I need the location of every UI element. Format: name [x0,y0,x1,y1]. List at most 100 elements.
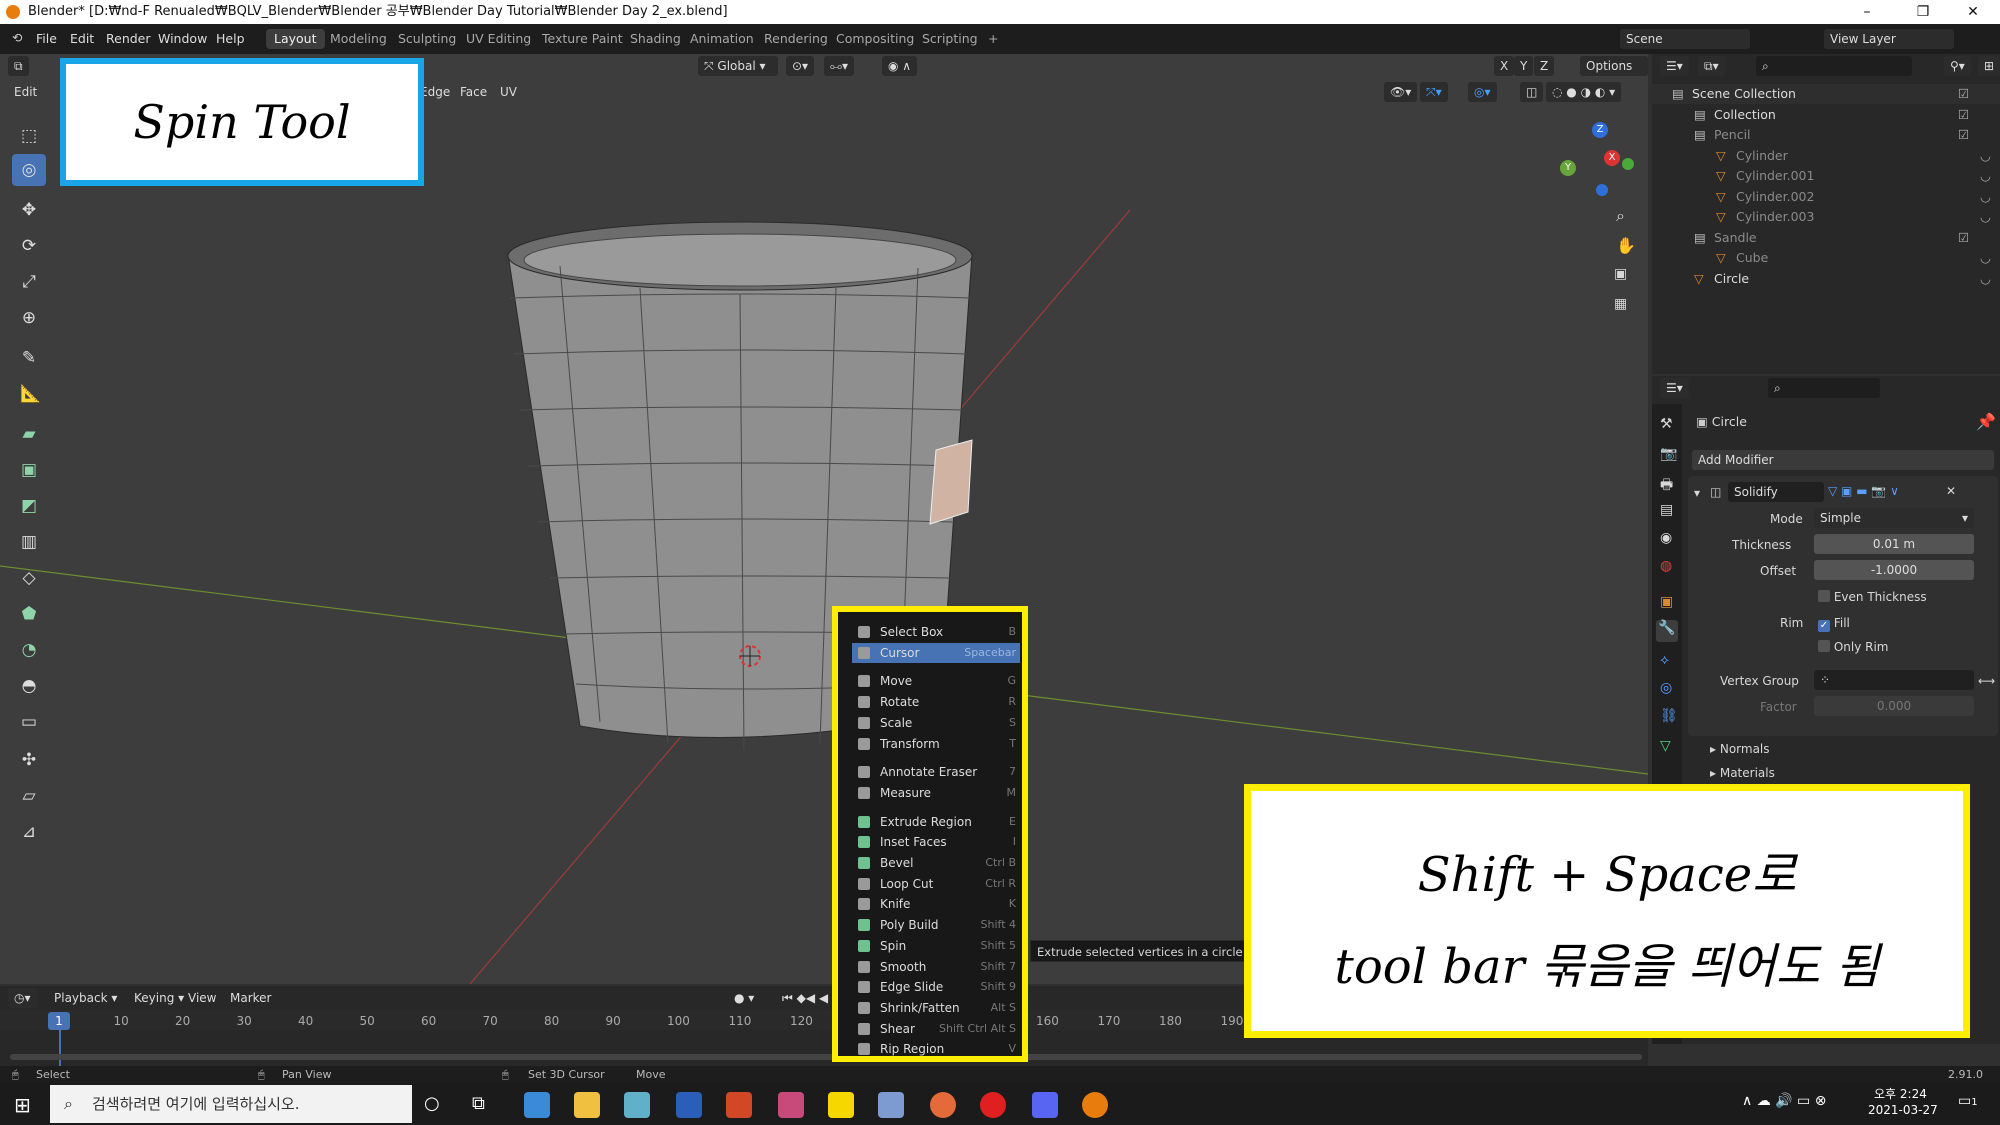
tool-poly-build[interactable]: ⬟ [12,598,46,630]
pivot-dropdown[interactable]: ⊙▾ [786,56,815,76]
blender-menu-icon[interactable]: ⟲ [12,30,22,45]
checkbox-icon[interactable]: ☑ [1958,105,1969,125]
task-view-icon[interactable]: ⧉ [472,1093,485,1114]
app-icon-1[interactable] [524,1092,550,1118]
new-collection-icon[interactable]: ⊞ [1978,56,2000,76]
options-dropdown[interactable]: Options ▾ [1580,56,1648,93]
tool-menu-item[interactable]: Smooth Shift 7 [852,957,1020,977]
tab-layout[interactable]: Layout [266,29,325,49]
taskbar-search[interactable]: ⌕ 검색하려면 여기에 입력하십시오. [50,1085,412,1123]
uv-menu-button[interactable]: UV [494,82,523,102]
pin-icon[interactable]: 📌 [1976,412,1996,431]
tab-texture-paint[interactable]: Texture Paint [534,29,631,49]
menu-edit[interactable]: Edit [70,31,94,46]
tool-extrude[interactable]: ▰ [12,418,46,450]
normals-section[interactable]: ▸ Normals [1710,742,1770,756]
checkbox-icon[interactable]: ☑ [1958,228,1969,248]
ortho-grid-icon[interactable]: ▦ [1614,296,1627,312]
timeline-scrollbar[interactable] [10,1054,1642,1060]
face-select-button[interactable]: Face [454,82,493,102]
tool-move[interactable]: ✥ [12,194,46,226]
tool-menu-item[interactable]: Rip Region V [852,1039,1020,1059]
tool-menu-item[interactable]: Transform T [852,734,1020,754]
output-tab-icon[interactable]: 🖶 [1660,474,1673,498]
menu-window[interactable]: Window [158,31,207,46]
blender-taskbar-icon[interactable] [1082,1092,1108,1118]
mirror-y-button[interactable]: Y [1514,56,1534,76]
windows-start-icon[interactable]: ⊞ [14,1093,31,1117]
paint-icon[interactable] [878,1092,904,1118]
mirror-z-button[interactable]: Z [1534,56,1555,76]
tool-menu-item[interactable]: Edge Slide Shift 9 [852,977,1020,997]
visibility-icon[interactable]: ◡ [1980,207,1991,227]
tool-select-box[interactable]: ⬚ [12,120,46,152]
outliner-row[interactable]: ▽ Cylinder ◡ [1652,146,2000,166]
tray-icons[interactable]: ∧ ☁ 🔊 ▭ ⊗ [1742,1093,1826,1109]
visibility-icon[interactable]: ◡ [1980,269,1991,289]
tool-menu-item[interactable]: Knife K [852,894,1020,914]
cortana-icon[interactable]: ○ [424,1093,440,1114]
overlay-toggle[interactable]: ◎▾ [1468,82,1497,102]
file-explorer-icon[interactable] [574,1092,600,1118]
tool-cursor[interactable]: ◎ [12,154,46,186]
tool-menu-item[interactable]: Extrude Region E [852,812,1020,832]
vertex-group-field[interactable]: ⁘ [1814,670,1974,690]
fill-checkbox[interactable]: ✓ Fill [1818,616,1850,632]
outliner-row[interactable]: ▽ Cube ◡ [1652,248,2000,268]
orientation-dropdown[interactable]: ⤧ Global ▾ [698,56,778,76]
visibility-icon[interactable]: ◡ [1980,187,1991,207]
tool-menu-item[interactable]: Measure M [852,783,1020,803]
tab-rendering[interactable]: Rendering [756,29,836,49]
tool-spin[interactable]: ◔ [12,634,46,666]
gizmo-x[interactable]: X [1604,150,1620,166]
tool-menu-item[interactable]: Rotate R [852,692,1020,712]
proportional-toggle[interactable]: ◉ ∧ [882,56,918,76]
tool-bevel[interactable]: ◩ [12,490,46,522]
invert-vertex-group-button[interactable]: ⟷ [1978,674,1995,688]
maximize-button[interactable]: ❐ [1900,0,1946,24]
tool-menu-item[interactable]: Cursor Spacebar [852,642,1020,663]
remove-modifier-button[interactable]: ✕ [1946,484,1956,498]
tool-knife[interactable]: ◇ [12,562,46,594]
tab-scripting[interactable]: Scripting [914,29,986,49]
xray-toggle[interactable]: ◫ [1520,82,1544,102]
visibility-icon[interactable]: ◡ [1980,146,1991,166]
tool-annotate[interactable]: ✎ [12,342,46,374]
world-tab-icon[interactable]: ◍ [1660,558,1672,574]
filter-icon[interactable]: ⚲▾ [1944,56,1971,76]
gizmo-z[interactable]: Z [1592,122,1608,138]
solidify-collapse[interactable]: ▾ [1694,486,1700,500]
outliner-row[interactable]: ▤ Sandle ☑ [1652,228,2000,248]
tool-menu-item[interactable]: Select Box B [852,622,1020,642]
outliner-row[interactable]: ▤ Pencil ☑ [1652,125,2000,145]
tab-animation[interactable]: Animation [682,29,762,49]
tool-menu-item[interactable]: Spin Shift 5 [852,936,1020,956]
physics-tab-icon[interactable]: ◎ [1660,680,1672,696]
editor-type-button[interactable]: ⧉ [8,56,29,76]
opera-icon[interactable] [980,1092,1006,1118]
factor-field[interactable]: 0.000 [1814,696,1974,716]
props-search[interactable]: ⌕ [1768,378,1880,398]
timeline-editor-type[interactable]: ◷▾ [8,988,37,1008]
scene-selector[interactable]: Scene [1620,29,1750,49]
snap-toggle[interactable]: ⧟▾ [824,56,855,76]
zoom-icon[interactable]: ⌕ [1616,206,1625,226]
tool-menu-item[interactable]: Shrink/Fatten Alt S [852,998,1020,1018]
outliner-row[interactable]: ▤ Collection ☑ [1652,105,2000,125]
menu-render[interactable]: Render [106,31,151,46]
tool-shrink[interactable]: ✣ [12,744,46,776]
mirror-x-button[interactable]: X [1494,56,1515,76]
powerpoint-icon[interactable] [726,1092,752,1118]
tool-loop-cut[interactable]: ▥ [12,526,46,558]
tool-menu-item[interactable]: Poly Build Shift 4 [852,915,1020,935]
view-layer-selector[interactable]: View Layer [1824,29,1954,49]
tool-scale[interactable]: ⤢ [12,266,46,298]
tool-menu-item[interactable]: Move G [852,671,1020,691]
view-menu[interactable]: View [182,988,222,1008]
materials-section[interactable]: ▸ Materials [1710,766,1775,780]
discord-icon[interactable] [1032,1092,1058,1118]
tool-shear[interactable]: ▱ [12,780,46,812]
pan-hand-icon[interactable]: ✋ [1616,236,1636,255]
tool-inset[interactable]: ▣ [12,454,46,486]
outliner-search[interactable]: ⌕ [1756,56,1912,76]
